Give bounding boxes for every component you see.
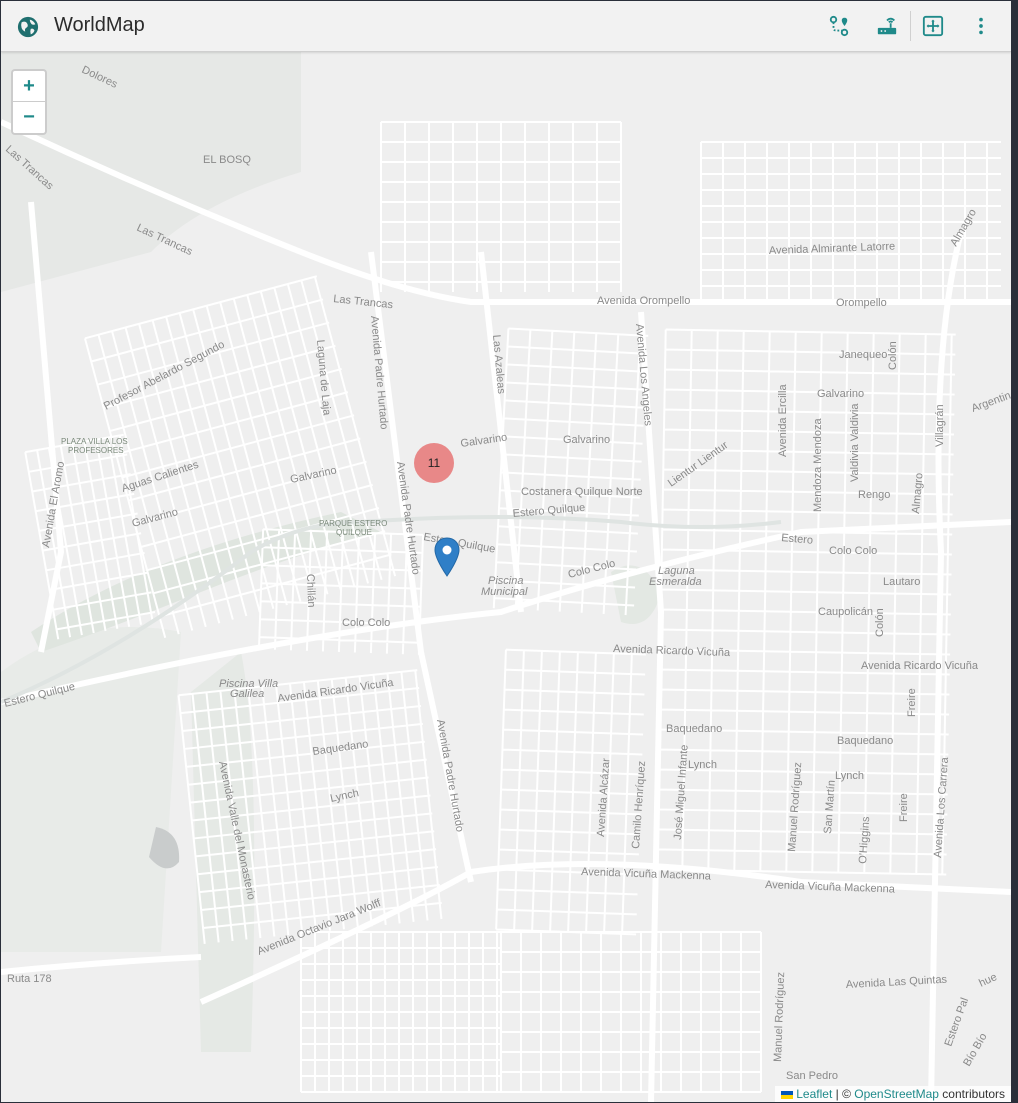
widget-title: WorldMap — [54, 14, 145, 36]
label-jose-miguel: José Miguel Infante — [672, 744, 691, 840]
map-canvas[interactable]: EL BOSQ Dolores Las Trancas Las Trancas … — [1, 52, 1011, 1102]
marker-cluster[interactable]: 11 — [414, 443, 454, 483]
label-galvarino-3: Galvarino — [289, 464, 338, 486]
label-ohiggins: O'Higgins — [857, 816, 872, 865]
street-block — [495, 648, 646, 936]
label-galilea: Galilea — [230, 688, 264, 700]
map-marker-icon[interactable] — [434, 537, 460, 577]
label-plaza-villa: PLAZA VILLA LOS — [61, 437, 128, 446]
label-argentina: Argentin — [970, 390, 1011, 415]
label-profesor: Profesor Abelardo Segundo — [102, 339, 227, 413]
label-ricardo-1: Avenida Ricardo Vicuña — [277, 677, 395, 705]
fit-bounds-icon — [922, 15, 944, 37]
label-las-trancas-3: Las Trancas — [333, 293, 394, 311]
label-villagran: Villagrán — [934, 404, 946, 447]
label-ruta: Ruta 178 — [7, 973, 52, 985]
label-colo-colo-3: Colo Colo — [829, 545, 877, 557]
route-button[interactable] — [825, 12, 853, 40]
label-bio-bio: Bío Bío — [961, 1031, 989, 1068]
label-colo-colo-1: Colo Colo — [342, 617, 390, 629]
label-rengo: Rengo — [858, 489, 890, 501]
label-galvarino-1: Galvarino — [817, 388, 864, 400]
more-options-button[interactable] — [967, 12, 995, 40]
label-lynch-3: Lynch — [835, 770, 864, 782]
label-freire-2: Freire — [898, 793, 910, 822]
label-san-pedro: San Pedro — [786, 1070, 838, 1082]
label-costanera: Costanera Quilque Norte — [521, 486, 643, 498]
label-orompello: Orompello — [836, 297, 887, 309]
label-caupolican: Caupolicán — [818, 606, 873, 618]
label-estero-4: Estero — [781, 532, 814, 547]
label-plaza-villa-2: PROFESORES — [68, 446, 124, 455]
more-vert-icon — [979, 17, 983, 35]
label-almagro-top: Almagro — [948, 207, 979, 248]
street-block — [700, 141, 1001, 303]
router-button[interactable] — [873, 12, 901, 40]
toolbar-divider — [910, 11, 911, 41]
label-parque: PARQUE ESTERO — [319, 519, 387, 528]
street-block — [380, 121, 622, 292]
label-freire-1: Freire — [906, 688, 918, 717]
map-attribution: Leaflet | © OpenStreetMap contributors — [775, 1086, 1011, 1102]
widget-toolbar: WorldMap — [1, 1, 1011, 52]
label-esmeralda: Esmeralda — [649, 576, 702, 588]
label-lientur: Lientur Lientur — [666, 439, 731, 489]
label-las-azaleas: Las Azaleas — [490, 334, 507, 395]
attribution-separator: | © — [832, 1087, 855, 1101]
zoom-in-button[interactable]: + — [13, 71, 45, 102]
label-baquedano-3: Baquedano — [837, 735, 893, 747]
attribution-suffix: contributors — [938, 1087, 1005, 1101]
leaflet-link[interactable]: Leaflet — [796, 1087, 832, 1101]
label-estero-pal: Estero Pal — [943, 996, 972, 1048]
label-hue: hue — [977, 971, 999, 990]
label-ricardo-2: Avenida Ricardo Vicuña — [613, 643, 731, 659]
label-vicuna-2: Avenida Vicuña Mackenna — [765, 879, 896, 896]
label-colon-1: Colón — [887, 341, 899, 370]
label-colon-2: Colón — [874, 608, 886, 637]
globe-icon — [17, 16, 39, 38]
label-municipal: Municipal — [481, 586, 528, 598]
zoom-control: + − — [11, 69, 47, 135]
worldmap-widget: WorldMap EL BOSQ Dolores Las Trancas Las… — [1, 1, 1011, 1102]
label-mendoza: Mendoza Mendoza — [812, 418, 824, 512]
map-tiles: EL BOSQ Dolores Las Trancas Las Trancas … — [1, 52, 1011, 1102]
street-block — [300, 931, 501, 1093]
label-manuel-2: Manuel Rodríguez — [772, 972, 787, 1062]
label-janequeo: Janequeo — [839, 349, 887, 361]
label-galvarino-5: Galvarino — [563, 434, 610, 446]
fit-bounds-button[interactable] — [919, 12, 947, 40]
label-chillan: Chillán — [304, 574, 317, 608]
label-padre-hurtado-3: Avenida Padre Hurtado — [434, 718, 466, 833]
label-el-bosque: EL BOSQ — [203, 154, 251, 166]
label-ercilla: Avenida Ercilla — [777, 384, 789, 457]
label-el-aromo: Avenida El Aromo — [40, 461, 67, 549]
label-alcazar: Avenida Alcázar — [595, 758, 612, 838]
label-valdivia: Valdivia Valdivia — [849, 403, 861, 482]
ukraine-flag-icon — [781, 1090, 794, 1099]
osm-link[interactable]: OpenStreetMap — [854, 1087, 939, 1101]
router-icon — [877, 17, 897, 35]
street-block — [655, 328, 956, 876]
route-icon — [829, 15, 849, 37]
label-ricardo-3: Avenida Ricardo Vicuña — [861, 660, 979, 672]
label-parque-2: QUILQUE — [336, 528, 372, 537]
street-block — [500, 931, 762, 1093]
label-lynch-2: Lynch — [688, 759, 717, 771]
label-baquedano-2: Baquedano — [666, 723, 722, 735]
label-lautaro: Lautaro — [883, 576, 920, 588]
label-orompello-av: Avenida Orompello — [597, 295, 690, 307]
zoom-out-button[interactable]: − — [13, 102, 45, 132]
label-san-martin: San Martín — [822, 780, 838, 835]
label-laguna-laja: Laguna de Laja — [314, 339, 333, 416]
label-galvarino-2: Galvarino — [131, 506, 180, 530]
